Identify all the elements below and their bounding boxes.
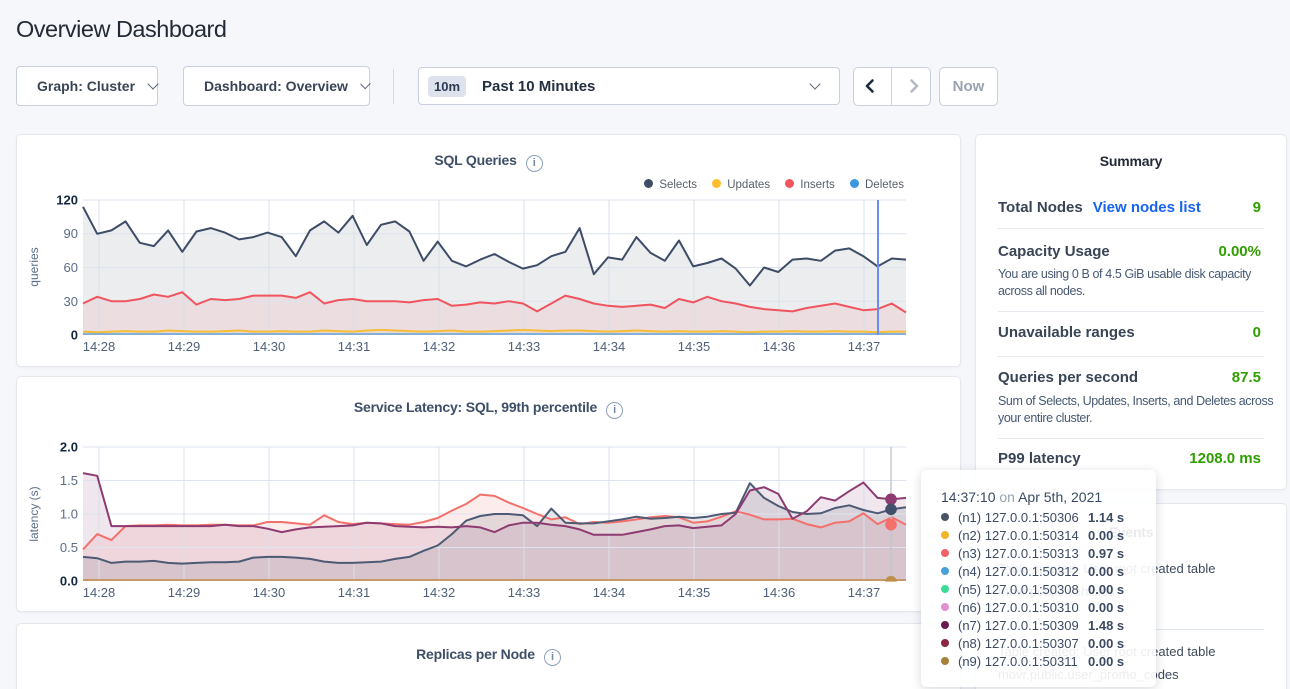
svg-text:14:34: 14:34: [593, 339, 626, 354]
svg-text:latency (s): latency (s): [27, 486, 41, 541]
svg-text:14:36: 14:36: [763, 339, 796, 354]
svg-text:14:33: 14:33: [508, 339, 541, 354]
svg-text:14:32: 14:32: [423, 585, 456, 600]
svg-text:120: 120: [56, 193, 78, 208]
svg-text:14:33: 14:33: [508, 585, 541, 600]
svg-text:14:29: 14:29: [168, 339, 201, 354]
svg-text:60: 60: [64, 260, 78, 275]
svg-text:0.0: 0.0: [60, 574, 78, 589]
svg-text:2.0: 2.0: [60, 440, 78, 455]
svg-text:14:34: 14:34: [593, 585, 626, 600]
svg-text:14:31: 14:31: [338, 339, 371, 354]
svg-text:14:28: 14:28: [83, 339, 116, 354]
svg-text:90: 90: [64, 226, 78, 241]
svg-text:14:30: 14:30: [253, 339, 286, 354]
svg-text:1.0: 1.0: [60, 507, 78, 522]
svg-text:14:32: 14:32: [423, 339, 456, 354]
svg-text:queries: queries: [27, 247, 41, 286]
svg-text:14:31: 14:31: [338, 585, 371, 600]
svg-text:0: 0: [71, 328, 78, 343]
svg-text:1.5: 1.5: [60, 473, 78, 488]
svg-text:14:30: 14:30: [253, 585, 286, 600]
svg-text:14:35: 14:35: [678, 585, 711, 600]
svg-text:30: 30: [64, 294, 78, 309]
svg-text:14:29: 14:29: [168, 585, 201, 600]
svg-text:0.5: 0.5: [60, 540, 78, 555]
svg-text:14:36: 14:36: [763, 585, 796, 600]
svg-text:14:37: 14:37: [848, 339, 881, 354]
svg-text:14:35: 14:35: [678, 339, 711, 354]
svg-text:14:28: 14:28: [83, 585, 116, 600]
svg-text:14:37: 14:37: [848, 585, 881, 600]
